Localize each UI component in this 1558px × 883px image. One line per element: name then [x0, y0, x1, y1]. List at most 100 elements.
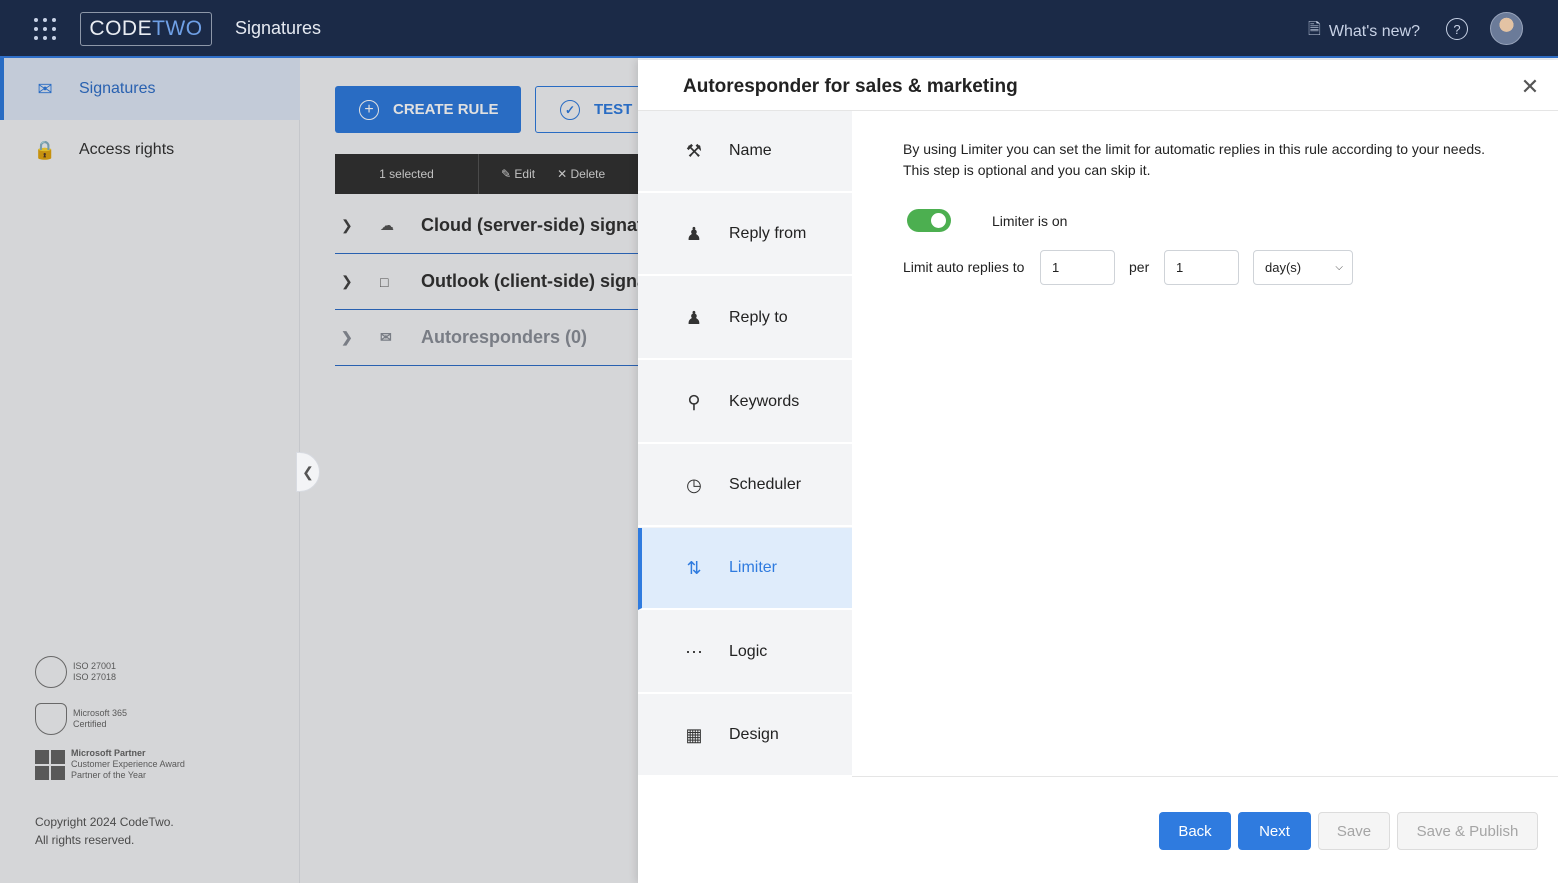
group-autoresponders[interactable]: ❯ ✉ Autoresponders (0) [335, 310, 655, 366]
copyright-line: All rights reserved. [35, 833, 135, 847]
chevron-down-icon: ⌵ [1335, 262, 1343, 273]
step-reply-from[interactable]: ♟ Reply from [638, 194, 852, 276]
shield-check-icon [35, 703, 67, 735]
lock-icon: 🔒 [33, 139, 57, 160]
sidebar-item-signatures[interactable]: ✉ Signatures [0, 58, 300, 120]
sidebar: ✉ Signatures 🔒 Access rights ISO 27001 IS… [0, 58, 300, 883]
cert-line: ISO 27018 [73, 672, 117, 682]
codetwo-logo[interactable]: CODE TWO [80, 12, 212, 46]
cert-line: Customer Experience Award [71, 759, 185, 769]
close-icon: ✕ [557, 167, 568, 181]
signature-icon: ✉ [37, 78, 53, 99]
copyright-line: Copyright 2024 CodeTwo. [35, 815, 174, 829]
cloud-icon: ☁ [380, 217, 394, 233]
edit-label: Edit [514, 167, 536, 181]
close-icon[interactable]: ✕ [1520, 76, 1540, 98]
save-button[interactable]: Save [1318, 812, 1390, 850]
monitor-icon: □ [380, 273, 389, 290]
clock-icon: ◷ [686, 474, 702, 495]
avatar[interactable] [1490, 12, 1523, 45]
period-count-input[interactable] [1164, 250, 1239, 285]
step-label: Name [729, 142, 772, 159]
per-label: per [1129, 259, 1150, 275]
cert-line: Microsoft 365 [73, 708, 128, 718]
create-rule-button[interactable]: + CREATE RULE [335, 86, 521, 133]
top-bar: CODE TWO Signatures 🗎 What's new? ? [0, 0, 1558, 58]
chevron-right-icon: ❯ [341, 217, 353, 233]
step-design[interactable]: ▦ Design [638, 695, 852, 777]
period-unit-value: day(s) [1265, 260, 1302, 275]
limit-label: Limit auto replies to [903, 259, 1025, 275]
step-keywords[interactable]: ⚲ Keywords [638, 362, 852, 444]
limiter-toggle[interactable] [907, 209, 951, 232]
group-cloud-signatures[interactable]: ❯ ☁ Cloud (server-side) signatures [335, 198, 681, 254]
step-scheduler[interactable]: ◷ Scheduler [638, 445, 852, 527]
limiter-description: By using Limiter you can set the limit f… [903, 139, 1523, 181]
wizard-steps: ⚒ Name ♟ Reply from ♟ Reply to ⚲ Keyword… [638, 111, 852, 777]
step-label: Logic [729, 643, 768, 660]
step-label: Reply from [729, 225, 807, 242]
selection-count: 1 selected [335, 154, 479, 194]
step-label: Scheduler [729, 476, 802, 493]
chevron-right-icon: ❯ [341, 273, 353, 289]
m365-cert: Microsoft 365 Certified [35, 703, 127, 735]
cert-line: ISO 27001 [73, 661, 117, 671]
selection-bar: 1 selected ✎ Edit ✕ Delete [335, 154, 655, 194]
plus-icon: + [359, 99, 379, 120]
step-logic[interactable]: ⋯ Logic [638, 612, 852, 694]
microsoft-logo-icon [35, 749, 65, 780]
cert-line: Partner of the Year [71, 770, 147, 780]
users-arrow-icon: ♟ [685, 223, 703, 244]
news-icon: 🗎 [1308, 21, 1321, 38]
check-circle-icon: ✓ [560, 99, 580, 120]
cert-line: Certified [73, 719, 107, 729]
logic-icon: ⋯ [685, 641, 703, 662]
group-outlook-signatures[interactable]: ❯ □ Outlook (client-side) signatures [335, 254, 691, 310]
step-name[interactable]: ⚒ Name [638, 111, 852, 193]
create-rule-label: CREATE RULE [393, 101, 499, 118]
period-unit-select[interactable]: day(s) ⌵ [1253, 250, 1353, 285]
app-title: Signatures [235, 18, 322, 38]
description-line: By using Limiter you can set the limit f… [903, 141, 1486, 157]
step-limiter[interactable]: ⇅ Limiter [638, 528, 852, 610]
sidebar-item-access-rights[interactable]: 🔒 Access rights [0, 119, 300, 181]
dialog-title: Autoresponder for sales & marketing [683, 76, 1018, 97]
test-label: TEST [594, 101, 633, 118]
keyword-search-icon: ⚲ [687, 391, 701, 412]
delete-label: Delete [570, 167, 606, 181]
sidebar-item-label: Access rights [79, 141, 175, 158]
next-button[interactable]: Next [1238, 812, 1311, 850]
divider [852, 776, 1558, 777]
back-button[interactable]: Back [1159, 812, 1231, 850]
save-publish-button[interactable]: Save & Publish [1397, 812, 1538, 850]
chevron-right-icon: ❯ [341, 329, 353, 345]
reply-count-input[interactable] [1040, 250, 1115, 285]
globe-check-icon [35, 656, 67, 688]
help-icon[interactable]: ? [1446, 18, 1468, 40]
limiter-panel: By using Limiter you can set the limit f… [852, 111, 1558, 777]
edit-button[interactable]: ✎ Edit [501, 167, 535, 181]
cert-line: Microsoft Partner [71, 748, 146, 758]
limiter-icon: ⇅ [686, 557, 702, 578]
rule-editor-dialog: Autoresponder for sales & marketing ✕ ⚒ … [638, 60, 1558, 883]
users-in-icon: ♟ [685, 307, 703, 328]
ms-partner-cert: Microsoft Partner Customer Experience Awa… [35, 748, 185, 781]
sidebar-item-label: Signatures [79, 80, 156, 97]
toggle-knob [931, 213, 946, 228]
autoresponder-icon: ✉ [380, 329, 392, 345]
step-label: Limiter [729, 559, 778, 576]
step-label: Reply to [729, 309, 788, 326]
signpost-icon: ⚒ [685, 140, 703, 161]
step-label: Keywords [729, 393, 800, 410]
design-icon: ▦ [685, 724, 703, 745]
group-label: Autoresponders (0) [421, 327, 588, 347]
description-line: This step is optional and you can skip i… [903, 162, 1151, 178]
delete-button[interactable]: ✕ Delete [557, 167, 605, 181]
app-launcher-icon[interactable] [34, 18, 56, 40]
copyright: Copyright 2024 CodeTwo. All rights reser… [35, 813, 174, 849]
chevron-left-icon: ❮ [302, 463, 314, 480]
limiter-toggle-label: Limiter is on [992, 213, 1068, 229]
whats-new-button[interactable]: 🗎 What's new? [1308, 18, 1420, 45]
iso-cert: ISO 27001 ISO 27018 [35, 656, 116, 688]
step-reply-to[interactable]: ♟ Reply to [638, 278, 852, 360]
